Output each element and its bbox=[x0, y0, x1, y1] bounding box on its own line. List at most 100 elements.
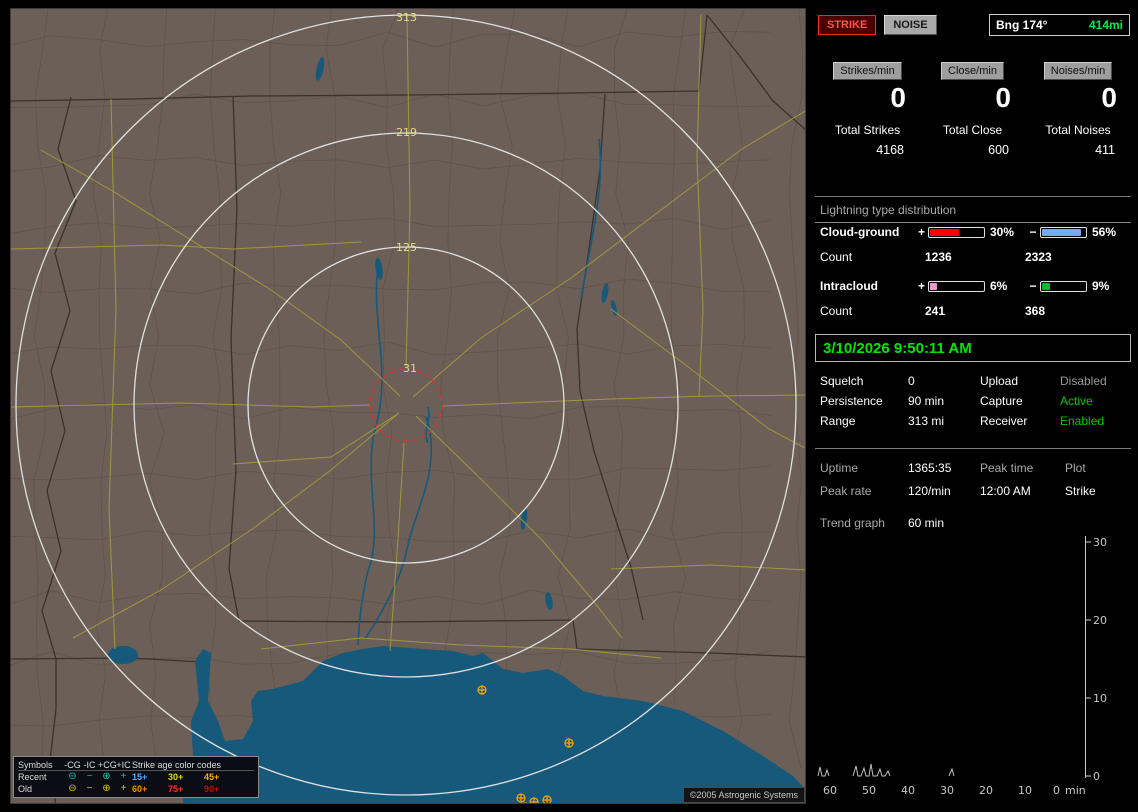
noise-mode-button[interactable]: NOISE bbox=[884, 15, 937, 35]
ring-label: 313 bbox=[396, 11, 417, 24]
trend-waveform bbox=[817, 763, 955, 777]
datetime-display: 3/10/2026 9:50:11 AM bbox=[815, 334, 1131, 362]
total-close-label: Total Close bbox=[942, 123, 1003, 137]
capture-value: Active bbox=[1060, 394, 1093, 408]
cg-positive-pct: 30% bbox=[990, 225, 1015, 239]
squelch-value: 0 bbox=[908, 374, 915, 388]
pos-ic-recent-icon: + bbox=[120, 771, 127, 782]
cg-count-row: Count 1236 2323 bbox=[820, 250, 1129, 264]
trend-y-tick-label: 0 bbox=[1093, 770, 1100, 783]
plot-value: Strike bbox=[1065, 484, 1096, 498]
total-strikes-label: Total Strikes bbox=[834, 123, 901, 137]
trend-x-tick-labels: 60 50 40 30 20 10 0 min bbox=[823, 784, 1086, 797]
strikes-per-min-button[interactable]: Strikes/min bbox=[833, 62, 902, 80]
trend-x-tick-label: 20 bbox=[979, 784, 993, 797]
ic-count-row: Count 241 368 bbox=[820, 304, 1129, 318]
trend-x-tick-label: 10 bbox=[1018, 784, 1032, 797]
legend-col-pos-ic: +IC bbox=[116, 760, 131, 770]
trend-x-tick-label: 30 bbox=[940, 784, 954, 797]
age-code: 15+ bbox=[132, 772, 148, 782]
capture-label: Capture bbox=[980, 394, 1023, 408]
trend-x-tick-label: 40 bbox=[901, 784, 915, 797]
stats-row: Peak rate 120/min 12:00 AM Strike bbox=[820, 481, 1129, 501]
control-panel: STRIKE NOISE Bng 174° 414mi Strikes/min … bbox=[815, 8, 1131, 805]
cg-negative-pct: 56% bbox=[1092, 225, 1117, 239]
peak-rate-value: 120/min bbox=[908, 484, 951, 498]
ic-negative-count: 368 bbox=[1025, 304, 1046, 318]
minus-sign: − bbox=[1029, 279, 1037, 293]
copyright-notice: ©2005 Astrogenic Systems bbox=[682, 787, 805, 803]
cg-positive-fill bbox=[930, 228, 959, 236]
cg-positive-count: 1236 bbox=[925, 250, 952, 264]
range-value: 313 mi bbox=[908, 414, 945, 428]
intracloud-label: Intracloud bbox=[820, 279, 879, 293]
cloud-ground-row: Cloud-ground + 30% − 56% bbox=[820, 225, 1129, 239]
minus-sign: − bbox=[1029, 225, 1037, 239]
peak-rate-label: Peak rate bbox=[820, 484, 872, 498]
cg-negative-count: 2323 bbox=[1025, 250, 1052, 264]
range-label: Range bbox=[820, 414, 856, 428]
noises-per-min-value: 0 bbox=[1101, 82, 1117, 113]
upload-value: Disabled bbox=[1060, 374, 1107, 388]
age-code: 90+ bbox=[204, 784, 220, 794]
ring-label: 125 bbox=[396, 241, 417, 254]
legend-col-pos-cg: +CG bbox=[98, 760, 117, 770]
upload-label: Upload bbox=[980, 374, 1019, 388]
neg-ic-old-icon: − bbox=[86, 783, 93, 794]
distribution-title: Lightning type distribution bbox=[815, 201, 1131, 223]
status-row: Persistence 90 min Capture Active bbox=[820, 391, 1129, 411]
mode-bar: STRIKE NOISE Bng 174° 414mi bbox=[818, 14, 1130, 36]
trend-y-tick-label: 30 bbox=[1093, 536, 1107, 549]
trend-y-tick-label: 20 bbox=[1093, 614, 1107, 627]
trend-x-tick-label: 0 bbox=[1053, 784, 1060, 797]
status-row: Squelch 0 Upload Disabled bbox=[820, 371, 1129, 391]
persistence-label: Persistence bbox=[820, 394, 883, 408]
separator bbox=[815, 448, 1131, 449]
bearing-label: Bng 174° bbox=[996, 18, 1048, 32]
count-label: Count bbox=[820, 304, 853, 318]
pos-cg-recent-icon: ⊕ bbox=[102, 771, 111, 782]
cloud-ground-label: Cloud-ground bbox=[820, 225, 900, 239]
uptime-value: 1365:35 bbox=[908, 461, 952, 475]
rates-section: Strikes/min 0 Total Strikes 4168 Close/m… bbox=[815, 62, 1131, 157]
total-close-value: 600 bbox=[988, 143, 1009, 157]
trend-x-unit-label: min bbox=[1065, 784, 1086, 797]
separator bbox=[815, 196, 1131, 197]
legend-old-label: Old bbox=[18, 784, 33, 794]
map-legend: Symbols -CG -IC +CG +IC Strike age color… bbox=[13, 756, 259, 798]
peak-time-label: Peak time bbox=[980, 461, 1034, 475]
age-code: 75+ bbox=[168, 784, 184, 794]
legend-col-neg-cg: -CG bbox=[64, 760, 81, 770]
plus-sign: + bbox=[917, 225, 925, 239]
uptime-label: Uptime bbox=[820, 461, 859, 475]
plot-label: Plot bbox=[1065, 461, 1086, 475]
pos-ic-old-icon: + bbox=[120, 783, 127, 794]
strike-mode-button[interactable]: STRIKE bbox=[818, 15, 877, 35]
receiver-value: Enabled bbox=[1060, 414, 1105, 428]
total-noises-value: 411 bbox=[1095, 143, 1115, 157]
legend-old-row: Old ⊖ − ⊕ + 60+ 75+ 90+ bbox=[18, 783, 254, 795]
ic-positive-bar bbox=[928, 280, 985, 292]
legend-col-neg-ic: -IC bbox=[83, 760, 96, 770]
legend-symbols-title: Symbols bbox=[18, 760, 53, 770]
map-svg: 313 219 125 31 bbox=[11, 9, 805, 803]
close-per-min-button[interactable]: Close/min bbox=[941, 62, 1004, 80]
neg-cg-old-icon: ⊖ bbox=[68, 783, 77, 794]
close-per-min-value: 0 bbox=[995, 82, 1011, 113]
ring-label: 219 bbox=[396, 126, 417, 139]
noises-per-min-button[interactable]: Noises/min bbox=[1043, 62, 1113, 80]
peak-time-value: 12:00 AM bbox=[980, 484, 1031, 498]
strikes-per-min-column: Strikes/min 0 Total Strikes 4168 bbox=[815, 62, 920, 157]
ic-negative-bar bbox=[1040, 280, 1087, 292]
trend-x-tick-label: 60 bbox=[823, 784, 837, 797]
bearing-readout: Bng 174° 414mi bbox=[989, 14, 1130, 36]
strike-map[interactable]: 313 219 125 31 Symbols -CG -IC +CG +IC S… bbox=[10, 8, 806, 804]
total-strikes-value: 4168 bbox=[876, 143, 904, 157]
trend-graph-label: Trend graph bbox=[820, 516, 885, 530]
trend-x-tick-label: 50 bbox=[862, 784, 876, 797]
cg-positive-bar bbox=[928, 226, 985, 238]
noises-per-min-column: Noises/min 0 Total Noises 411 bbox=[1025, 62, 1131, 157]
age-code: 45+ bbox=[204, 772, 220, 782]
cg-negative-fill bbox=[1042, 228, 1081, 236]
ic-positive-pct: 6% bbox=[990, 279, 1008, 293]
